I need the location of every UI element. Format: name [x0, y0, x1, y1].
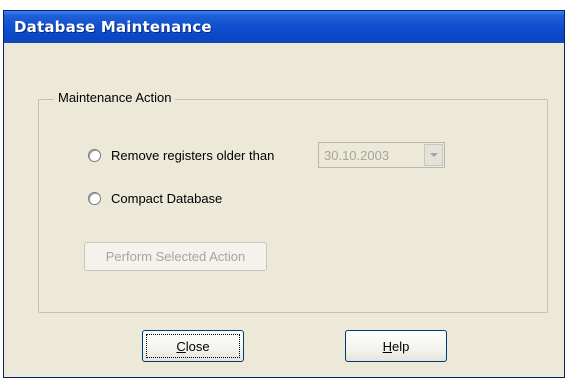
database-maintenance-dialog: Database Maintenance Maintenance Action …	[3, 10, 565, 378]
window-title: Database Maintenance	[14, 18, 212, 36]
help-button[interactable]: Help	[345, 330, 447, 362]
perform-button-label: Perform Selected Action	[105, 249, 246, 264]
compact-database-radio[interactable]	[88, 192, 101, 205]
close-button[interactable]: Close	[142, 330, 244, 362]
maintenance-action-groupbox	[38, 99, 548, 313]
remove-registers-option[interactable]: Remove registers older than	[88, 148, 274, 163]
date-dropdown-button[interactable]	[424, 144, 443, 166]
remove-registers-radio[interactable]	[88, 149, 101, 162]
remove-registers-label: Remove registers older than	[111, 148, 275, 163]
title-bar[interactable]: Database Maintenance	[4, 11, 564, 43]
chevron-down-icon	[429, 153, 438, 157]
compact-database-label: Compact Database	[111, 191, 223, 206]
date-select[interactable]: 30.10.2003	[318, 142, 445, 168]
help-button-label: Help	[382, 338, 410, 354]
date-value: 30.10.2003	[324, 148, 390, 163]
close-button-label: Close	[176, 338, 210, 354]
perform-selected-action-button[interactable]: Perform Selected Action	[84, 242, 267, 271]
group-legend: Maintenance Action	[54, 90, 176, 105]
compact-database-option[interactable]: Compact Database	[88, 191, 222, 206]
